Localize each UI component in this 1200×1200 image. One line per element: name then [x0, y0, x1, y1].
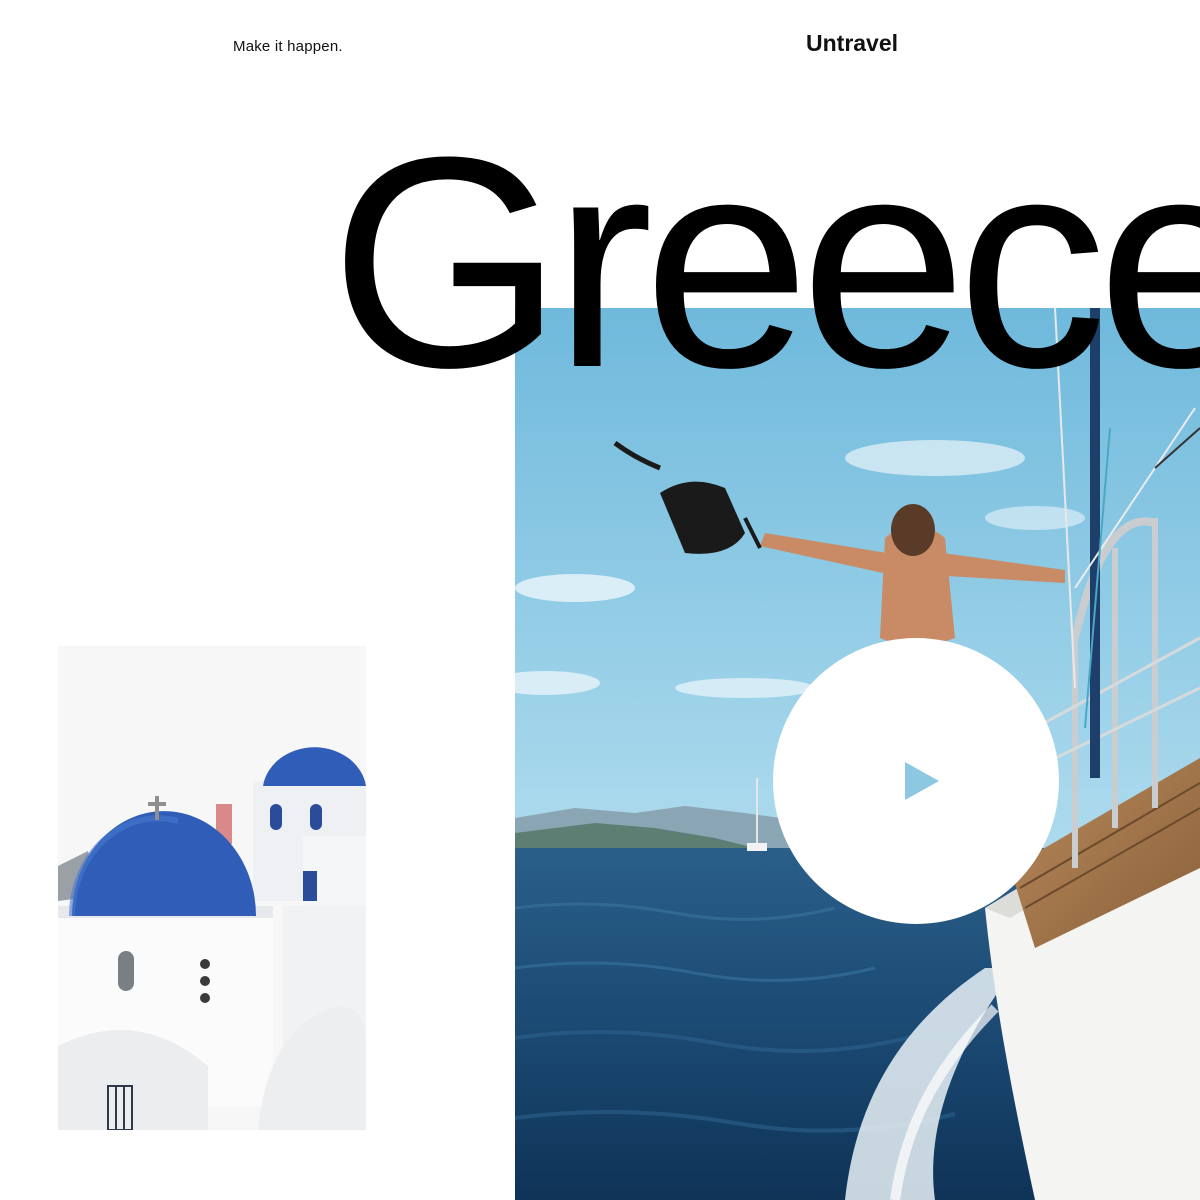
- play-icon[interactable]: [905, 762, 939, 805]
- santorini-image: [58, 646, 366, 1130]
- brand-logo[interactable]: Untravel: [806, 30, 898, 57]
- tagline: Make it happen.: [233, 38, 343, 55]
